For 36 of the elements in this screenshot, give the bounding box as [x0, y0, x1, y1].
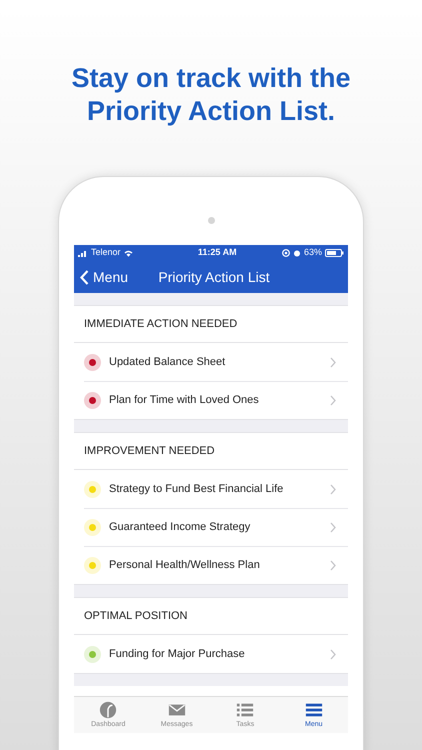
- chevron-right-icon: [330, 560, 336, 571]
- chevron-right-icon: [330, 522, 336, 533]
- section-header: IMMEDIATE ACTION NEEDED: [74, 306, 348, 343]
- action-item[interactable]: Funding for Major Purchase: [74, 635, 348, 673]
- chevron-left-icon: [80, 270, 89, 285]
- screen-title: Priority Action List: [158, 268, 270, 287]
- signal-icon: [78, 250, 88, 256]
- gauge-icon: [99, 700, 118, 719]
- battery-icon: [324, 249, 344, 257]
- battery-percent: 63%: [304, 246, 322, 260]
- headline: Stay on track with the Priority Action List.: [70, 62, 352, 128]
- action-item[interactable]: Strategy to Fund Best Financial Life: [74, 470, 348, 508]
- item-label: Updated Balance Sheet: [109, 354, 226, 370]
- item-label: Plan for Time with Loved Ones: [109, 393, 260, 408]
- chevron-right-icon: [330, 395, 336, 406]
- item-label: Personal Health/Wellness Plan: [109, 558, 261, 574]
- action-item[interactable]: Personal Health/Wellness Plan: [84, 546, 348, 584]
- back-button[interactable]: Menu: [80, 267, 128, 288]
- section-header: OPTIMAL POSITION: [74, 598, 348, 635]
- wifi-icon: [124, 250, 133, 256]
- clock-time: 11:25 AM: [198, 246, 237, 260]
- alarm-icon: [292, 249, 301, 257]
- carrier-name: Telenor: [91, 246, 121, 260]
- item-label: Guaranteed Income Strategy: [109, 520, 252, 536]
- chevron-right-icon: [330, 356, 336, 368]
- action-item[interactable]: Updated Balance Sheet: [74, 343, 348, 381]
- lock-rotation-icon: [282, 249, 290, 257]
- menu-icon: [304, 700, 323, 719]
- chevron-right-icon: [330, 648, 336, 660]
- item-label: Funding for Major Purchase: [109, 646, 246, 662]
- action-item[interactable]: Guaranteed Income Strategy: [84, 508, 348, 546]
- item-label: Strategy to Fund Best Financial Life: [109, 482, 284, 497]
- chevron-right-icon: [330, 484, 336, 494]
- section-header: IMPROVEMENT NEEDED: [74, 433, 348, 470]
- action-item[interactable]: Plan for Time with Loved Ones: [84, 381, 348, 419]
- list-icon: [236, 700, 254, 719]
